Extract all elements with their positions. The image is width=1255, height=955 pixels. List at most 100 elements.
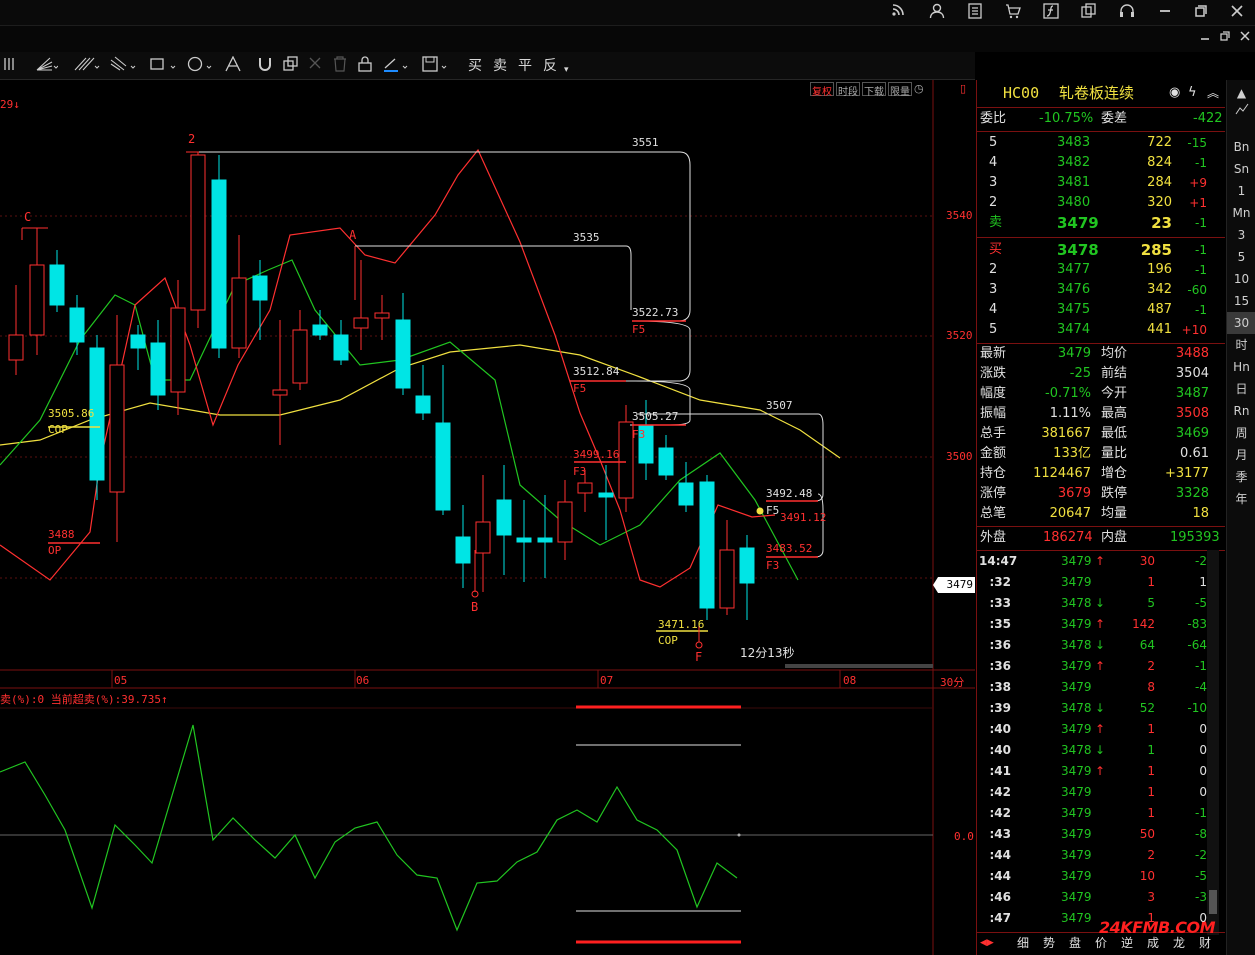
period-item[interactable]: 月 <box>1227 444 1255 466</box>
close-icon[interactable] <box>1240 30 1250 44</box>
prev-tab-icon[interactable]: ◀▶ <box>980 933 994 953</box>
tick-time: :46 <box>989 890 1012 904</box>
tick-time: :33 <box>989 596 1012 610</box>
headset-icon[interactable] <box>1116 3 1138 23</box>
cart-icon[interactable] <box>1002 3 1024 23</box>
lock-icon[interactable] <box>358 56 372 76</box>
detail-tab[interactable]: 盘 <box>1069 933 1081 953</box>
sell-button[interactable]: 卖 <box>493 56 507 76</box>
stat-value: 0.61 <box>1180 446 1209 461</box>
target-icon[interactable]: ◉ <box>1169 83 1180 103</box>
formula-icon[interactable] <box>1040 3 1062 23</box>
ask-level: 4 <box>989 155 998 170</box>
candle-body <box>618 421 634 499</box>
delete-drawing-icon[interactable] <box>308 56 322 76</box>
weibi-row: 委比 -10.75% 委差 -422 <box>977 109 1225 129</box>
candle-body <box>719 549 735 609</box>
restore-icon[interactable] <box>1190 3 1212 23</box>
lightning-icon[interactable]: ϟ <box>1188 83 1197 103</box>
tick-oi-change: 0 <box>1199 722 1207 736</box>
period-item[interactable]: 季 <box>1227 466 1255 488</box>
chart-area[interactable]: 29↓ 复权 时段 下载 限量 ◷ ▯ 3540 3520 3500 3479 … <box>0 80 975 955</box>
user-icon[interactable] <box>926 3 948 23</box>
view-buttons: 复权 时段 下载 限量 ◷ <box>810 82 924 98</box>
tick-volume: 1 <box>1147 911 1155 925</box>
oversell-indicator-line <box>0 724 738 932</box>
stat-row: 涨跌 -25 前结 3504 <box>977 364 1225 384</box>
f3-label: F3 <box>632 428 646 441</box>
magnet-icon[interactable] <box>257 56 273 76</box>
limit-button[interactable]: 限量 <box>888 82 912 98</box>
indicator-title: 卖(%):0 当前超卖(%):39.735↑ <box>0 693 168 706</box>
restore-icon[interactable] <box>1220 30 1230 44</box>
scroll-up-icon[interactable]: ▲ <box>1227 82 1255 104</box>
ask-price: 3480 <box>1057 195 1091 210</box>
parallel-lines-tool-icon[interactable] <box>74 56 100 76</box>
period-item[interactable]: 年 <box>1227 488 1255 510</box>
op-label: OP <box>48 544 62 557</box>
clock-icon[interactable]: ◷ <box>914 82 924 96</box>
period-item[interactable]: 15 <box>1227 290 1255 312</box>
candle-body <box>292 329 308 384</box>
ask-row: 5 3483 722 -15 <box>977 133 1225 153</box>
ellipse-tool-icon[interactable] <box>187 56 215 76</box>
reverse-button[interactable]: 反 <box>543 56 557 76</box>
period-item[interactable]: 5 <box>1227 246 1255 268</box>
tick-oi-change: 0 <box>1199 911 1207 925</box>
copy-icon[interactable] <box>1078 3 1100 23</box>
tick-volume: 10 <box>1139 869 1155 883</box>
tick-row: :44 3479 10 -5 <box>977 866 1225 886</box>
period-item[interactable]: Mn <box>1227 202 1255 224</box>
stat-value: 1124467 <box>1033 466 1091 481</box>
tick-time: :44 <box>989 869 1012 883</box>
line-style-icon[interactable] <box>383 56 411 76</box>
buy-button[interactable]: 买 <box>468 56 482 76</box>
tick-price: 3478 <box>1061 638 1092 652</box>
period-item[interactable]: Bn <box>1227 136 1255 158</box>
contract-code: HC00 <box>1003 84 1040 102</box>
tick-oi-change: -2 <box>1195 848 1207 862</box>
period-item[interactable]: 周 <box>1227 422 1255 444</box>
fan-lines-tool-icon[interactable] <box>36 56 59 76</box>
rectangle-tool-icon[interactable] <box>149 56 177 76</box>
period-item[interactable]: 30 <box>1227 312 1255 334</box>
period-item[interactable]: Hn <box>1227 356 1255 378</box>
stat-value: 18 <box>1192 506 1209 521</box>
period-item[interactable]: Rn <box>1227 400 1255 422</box>
bid-price: 3474 <box>1057 322 1091 337</box>
text-tool-icon[interactable] <box>224 55 242 76</box>
candle-body <box>312 324 328 336</box>
period-item[interactable]: 时 <box>1227 334 1255 356</box>
detail-tab[interactable]: 势 <box>1043 933 1055 953</box>
stat-row: 金额 133亿 量比 0.61 <box>977 444 1225 464</box>
detail-tab[interactable]: 细 <box>1017 933 1029 953</box>
channel-tool-icon[interactable] <box>110 56 136 76</box>
collapse-icon[interactable]: ︽ <box>1207 83 1219 103</box>
tick-volume: 30 <box>1139 554 1155 568</box>
duplicate-icon[interactable] <box>283 56 299 76</box>
notes-icon[interactable] <box>964 3 986 23</box>
save-template-icon[interactable] <box>422 56 450 76</box>
minimize-icon[interactable] <box>1200 30 1210 44</box>
minimize-icon[interactable] <box>1154 3 1176 23</box>
vertical-lines-tool-icon[interactable] <box>2 56 18 76</box>
period-item[interactable]: 日 <box>1227 378 1255 400</box>
ask-level: 3 <box>989 175 998 190</box>
rss-icon[interactable] <box>887 3 909 23</box>
adjust-button[interactable]: 复权 <box>810 82 834 98</box>
period-item[interactable]: 3 <box>1227 224 1255 246</box>
chevron-down-icon[interactable]: ▾ <box>564 60 569 80</box>
period-item[interactable]: 10 <box>1227 268 1255 290</box>
stat-value: 3508 <box>1175 406 1209 421</box>
kline-chart[interactable] <box>0 80 975 955</box>
stat-label: 最低 <box>1101 426 1128 441</box>
close-icon[interactable] <box>1226 3 1248 23</box>
period-item[interactable]: 1 <box>1227 180 1255 202</box>
trash-icon[interactable] <box>333 56 347 76</box>
session-button[interactable]: 时段 <box>836 82 860 98</box>
close-position-button[interactable]: 平 <box>518 56 532 76</box>
period-item[interactable]: Sn <box>1227 158 1255 180</box>
tick-time: :42 <box>989 806 1012 820</box>
panel-toggle-icon[interactable]: ▯ <box>960 82 966 95</box>
download-button[interactable]: 下载 <box>862 82 886 98</box>
